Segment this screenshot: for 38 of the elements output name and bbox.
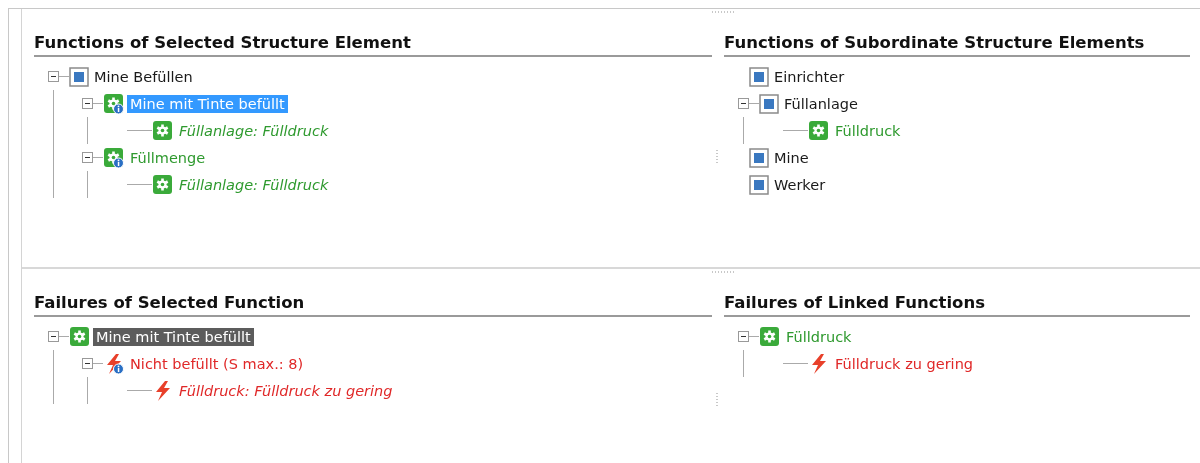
panel-title: Failures of Linked Functions xyxy=(724,293,1190,317)
gear-icon xyxy=(808,119,830,142)
function-label[interactable]: Fülldruck xyxy=(783,327,855,346)
expander-toggle[interactable] xyxy=(48,331,59,342)
panel-title: Functions of Subordinate Structure Elements xyxy=(724,33,1190,57)
expander-toggle[interactable] xyxy=(82,152,93,163)
panel-title: Failures of Selected Function xyxy=(34,293,712,317)
gear-icon xyxy=(759,325,781,348)
gear-info-icon xyxy=(103,92,125,115)
expander-toggle[interactable] xyxy=(48,71,59,82)
linked-function-label[interactable]: Füllanlage: Fülldruck xyxy=(176,121,332,140)
structure-element-icon xyxy=(749,174,769,195)
gear-info-icon xyxy=(103,146,125,169)
panel-title: Functions of Selected Structure Element xyxy=(34,33,712,57)
element-label[interactable]: Werker xyxy=(771,175,829,194)
element-label[interactable]: Einrichter xyxy=(771,67,848,86)
failure-label[interactable]: Fülldruck zu gering xyxy=(832,354,977,373)
linked-function-label[interactable]: Füllanlage: Fülldruck xyxy=(176,175,332,194)
structure-element-icon xyxy=(759,93,779,114)
expander-toggle[interactable] xyxy=(82,358,93,369)
gear-icon xyxy=(69,325,91,348)
element-label[interactable]: Mine Befüllen xyxy=(91,67,196,86)
structure-element-icon xyxy=(749,147,769,168)
gear-icon xyxy=(152,173,174,196)
element-label[interactable]: Mine xyxy=(771,148,812,167)
expander-toggle[interactable] xyxy=(738,331,749,342)
failure-label[interactable]: Nicht befüllt (S max.: 8) xyxy=(127,354,307,373)
structure-element-icon xyxy=(69,66,89,87)
structure-element-icon xyxy=(749,66,769,87)
function-label[interactable]: Mine mit Tinte befüllt xyxy=(127,94,288,113)
function-label[interactable]: Mine mit Tinte befüllt xyxy=(93,327,254,346)
function-label[interactable]: Fülldruck xyxy=(832,121,904,140)
element-label[interactable]: Füllanlage xyxy=(781,94,861,113)
expander-toggle[interactable] xyxy=(82,98,93,109)
linked-failure-label[interactable]: Fülldruck: Fülldruck zu gering xyxy=(176,381,396,400)
gear-icon xyxy=(152,119,174,142)
expander-toggle[interactable] xyxy=(738,98,749,109)
function-label[interactable]: Füllmenge xyxy=(127,148,209,167)
